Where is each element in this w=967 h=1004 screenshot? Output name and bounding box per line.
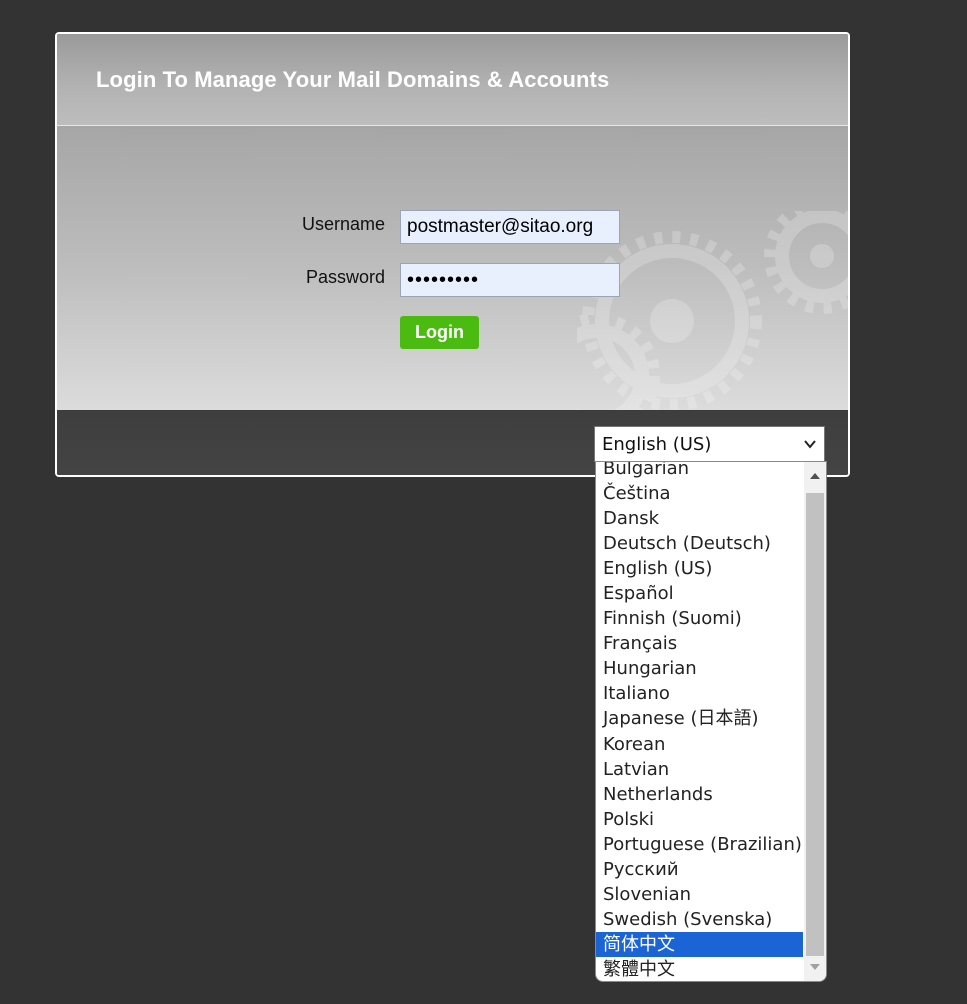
language-option-simplified-chinese[interactable]: 简体中文 [596,931,803,957]
language-option-czech[interactable]: Čeština [596,481,803,506]
language-option-french[interactable]: Français [596,631,803,656]
password-label: Password [305,267,385,287]
language-option-latvian[interactable]: Latvian [596,757,803,782]
language-option-traditional-chinese[interactable]: 繁體中文 [596,957,803,981]
username-label: Username [301,214,385,234]
language-option-german[interactable]: Deutsch (Deutsch) [596,531,803,556]
language-option-hungarian[interactable]: Hungarian [596,656,803,681]
language-option-korean[interactable]: Korean [596,732,803,757]
language-option-danish[interactable]: Dansk [596,506,803,531]
language-options: Bulgarian Čeština Dansk Deutsch (Deutsch… [596,462,803,981]
username-input[interactable]: postmaster@sitao.org [400,210,620,244]
language-option-finnish[interactable]: Finnish (Suomi) [596,606,803,631]
language-listbox[interactable]: Bulgarian Čeština Dansk Deutsch (Deutsch… [595,461,827,982]
login-panel: Login To Manage Your Mail Domains & Acco… [55,32,850,477]
scroll-down-arrow-icon[interactable] [804,953,826,981]
language-option-polish[interactable]: Polski [596,807,803,832]
scrollbar-thumb[interactable] [806,493,824,956]
language-option-japanese[interactable]: Japanese (日本語) [596,706,803,731]
language-option-russian[interactable]: Русский [596,857,803,882]
language-select[interactable]: English (US) [594,426,825,462]
language-option-italian[interactable]: Italiano [596,681,803,706]
language-option-swedish[interactable]: Swedish (Svenska) [596,907,803,932]
language-option-netherlands[interactable]: Netherlands [596,782,803,807]
chevron-down-icon [804,440,816,449]
login-form: Username postmaster@sitao.org Password •… [57,126,848,410]
password-input[interactable]: ••••••••• [400,263,620,297]
language-option-slovenian[interactable]: Slovenian [596,882,803,907]
page-title: Login To Manage Your Mail Domains & Acco… [96,67,610,92]
language-option-english-us[interactable]: English (US) [596,556,803,581]
listbox-scrollbar[interactable] [804,462,826,981]
login-button[interactable]: Login [400,316,479,349]
language-option-bulgarian[interactable]: Bulgarian [596,462,803,481]
scroll-up-arrow-icon[interactable] [804,462,826,490]
panel-header: Login To Manage Your Mail Domains & Acco… [57,34,848,126]
language-option-portuguese-brazilian[interactable]: Portuguese (Brazilian) [596,832,803,857]
language-select-value: English (US) [602,434,712,455]
language-option-spanish[interactable]: Español [596,581,803,606]
